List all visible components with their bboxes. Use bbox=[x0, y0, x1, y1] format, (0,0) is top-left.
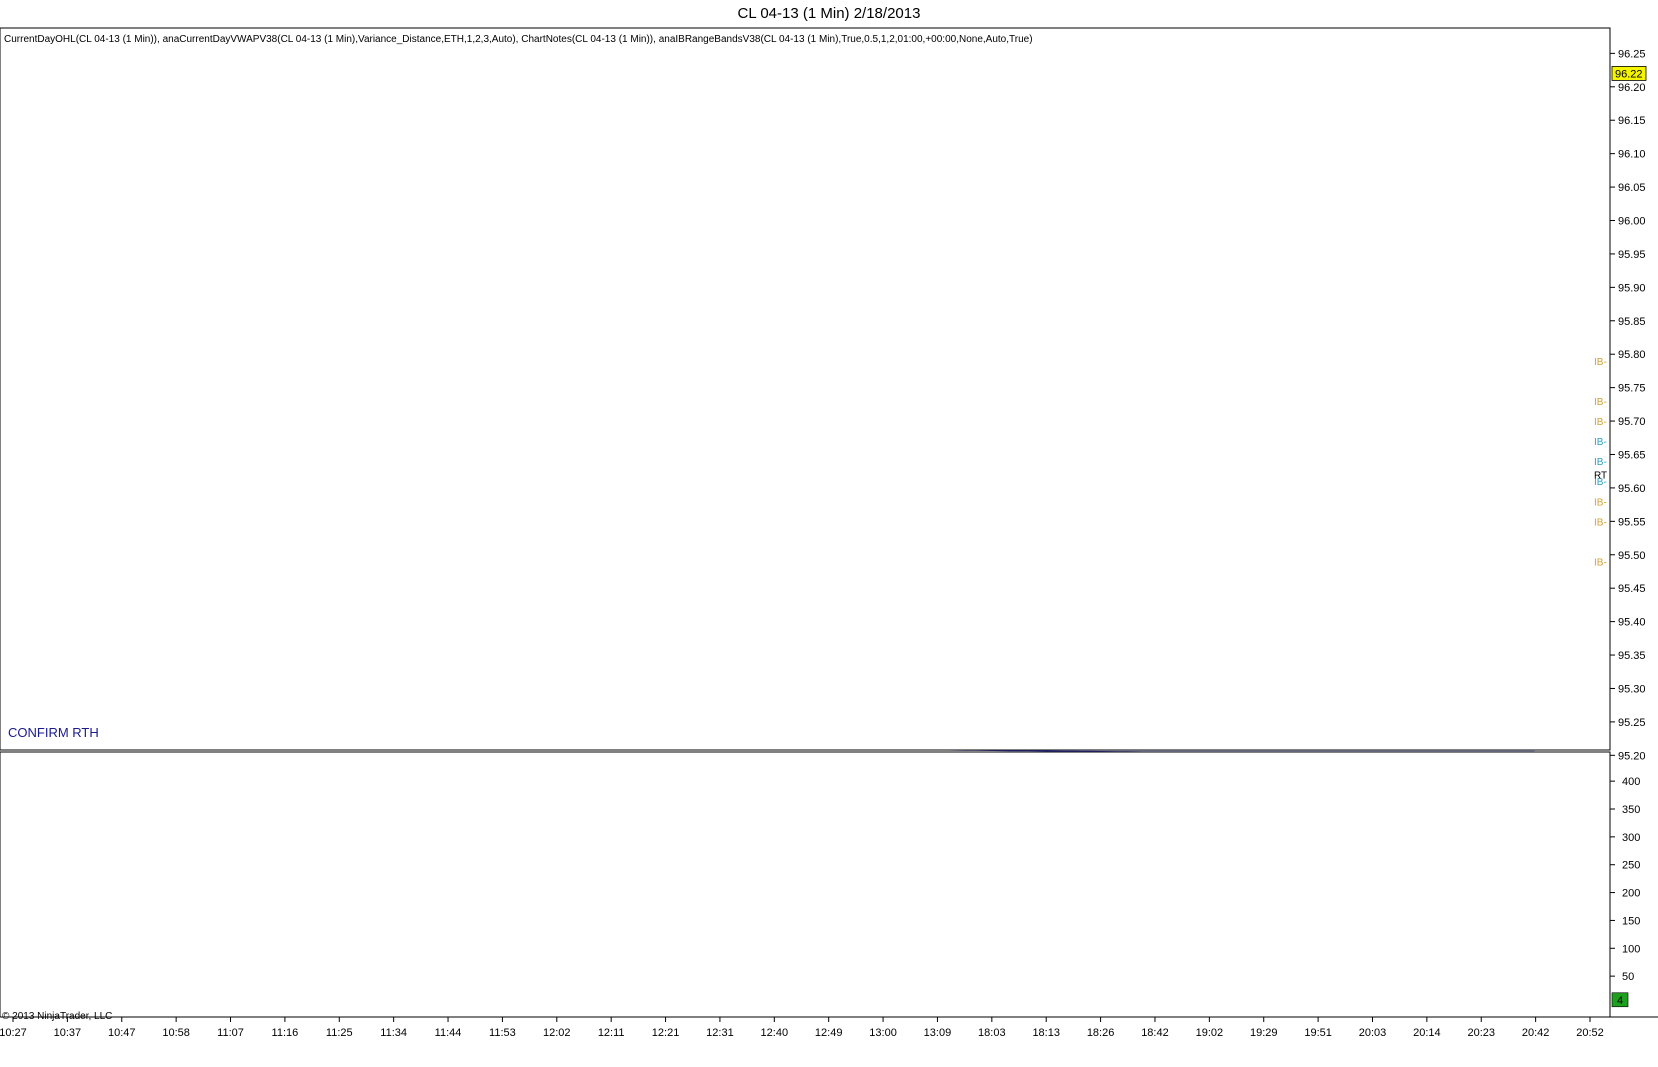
time-tick-label: 13:09 bbox=[924, 1027, 952, 1039]
chart-canvas[interactable]: 96.25 96.20 96.15 96.10 96.05 96.00 95.95 95.90… bbox=[0, 0, 1658, 1067]
price-tick-label: 95.20 bbox=[1618, 750, 1646, 762]
time-tick-label: 18:03 bbox=[978, 1027, 1006, 1039]
price-tick-label: 95.90 bbox=[1618, 282, 1646, 294]
chart-window: CL 04-13 (1 Min) 2/18/2013 96.25 96.20 96.… bbox=[0, 0, 1658, 1067]
time-tick-label: 11:44 bbox=[435, 1027, 462, 1039]
volume-frame bbox=[0, 751, 1611, 1018]
time-tick-label: 10:47 bbox=[108, 1027, 136, 1039]
time-tick-label: 12:11 bbox=[598, 1027, 625, 1039]
ib-label: IB- bbox=[1594, 417, 1607, 428]
price-tick-label: 95.80 bbox=[1618, 349, 1646, 361]
time-tick-label: 12:21 bbox=[652, 1027, 680, 1039]
volume-tick-label: 250 bbox=[1622, 860, 1640, 872]
volume-tick-label: 200 bbox=[1622, 888, 1640, 900]
price-tick-label: 95.25 bbox=[1618, 717, 1646, 729]
ib-label: IB- bbox=[1594, 457, 1607, 468]
time-tick-label: 20:42 bbox=[1522, 1027, 1550, 1039]
price-tick-label: 95.60 bbox=[1618, 483, 1646, 495]
price-frame bbox=[0, 27, 1611, 751]
price-tick-label: 95.95 bbox=[1618, 249, 1646, 261]
indicators-label: CurrentDayOHL(CL 04-13 (1 Min)), anaCurr… bbox=[4, 34, 1033, 45]
price-tick-label: 95.65 bbox=[1618, 449, 1646, 461]
time-tick-label: 19:02 bbox=[1196, 1027, 1224, 1039]
price-tick-label: 96.20 bbox=[1618, 82, 1646, 94]
ib-label: IB- bbox=[1594, 437, 1607, 448]
copyright-label: © 2013 NinjaTrader, LLC bbox=[2, 1011, 112, 1022]
time-tick-label: 10:37 bbox=[54, 1027, 82, 1039]
price-tick-label: 95.75 bbox=[1618, 383, 1646, 395]
ib-label: IB- bbox=[1594, 357, 1607, 368]
time-tick-label: 11:34 bbox=[380, 1027, 407, 1039]
price-tick-label: 95.70 bbox=[1618, 416, 1646, 428]
time-tick-label: 18:13 bbox=[1032, 1027, 1060, 1039]
price-tick-label: 96.00 bbox=[1618, 216, 1646, 228]
price-tick-label: 95.30 bbox=[1618, 683, 1646, 695]
price-tick-label: 95.35 bbox=[1618, 650, 1646, 662]
volume-tick-label: 400 bbox=[1622, 776, 1640, 788]
volume-tick-label: 350 bbox=[1622, 804, 1640, 816]
time-tick-label: 12:31 bbox=[706, 1027, 734, 1039]
time-tick-label: 11:53 bbox=[489, 1027, 516, 1039]
time-tick-label: 11:16 bbox=[272, 1027, 299, 1039]
time-tick-label: 10:58 bbox=[162, 1027, 190, 1039]
rt-label: RT bbox=[1594, 471, 1607, 482]
time-tick-label: 20:03 bbox=[1359, 1027, 1387, 1039]
price-tick-label: 95.45 bbox=[1618, 583, 1646, 595]
time-tick-label: 12:49 bbox=[815, 1027, 843, 1039]
time-tick-label: 12:02 bbox=[543, 1027, 571, 1039]
time-tick-label: 19:51 bbox=[1304, 1027, 1332, 1039]
time-tick-label: 20:14 bbox=[1413, 1027, 1441, 1039]
volume-marker-label: 4 bbox=[1617, 995, 1623, 1007]
price-tick-label: 95.85 bbox=[1618, 316, 1646, 328]
ib-label: IB- bbox=[1594, 517, 1607, 528]
volume-tick-label: 50 bbox=[1622, 971, 1634, 983]
price-tick-label: 96.10 bbox=[1618, 149, 1646, 161]
price-marker-label: 96.22 bbox=[1615, 68, 1643, 80]
ib-label: IB- bbox=[1594, 557, 1607, 568]
time-tick-label: 18:42 bbox=[1141, 1027, 1169, 1039]
time-tick-label: 11:07 bbox=[217, 1027, 244, 1039]
price-tick-label: 95.40 bbox=[1618, 617, 1646, 629]
time-tick-label: 19:29 bbox=[1250, 1027, 1278, 1039]
time-tick-label: 20:52 bbox=[1576, 1027, 1604, 1039]
chart-note: CONFIRM RTH bbox=[8, 725, 99, 740]
time-tick-label: 20:23 bbox=[1467, 1027, 1495, 1039]
time-tick-label: 13:00 bbox=[869, 1027, 897, 1039]
time-tick-label: 18:26 bbox=[1087, 1027, 1115, 1039]
time-tick-label: 10:27 bbox=[0, 1027, 27, 1039]
axes: 96.25 96.20 96.15 96.10 96.05 96.00 95.95 95.90… bbox=[0, 27, 1658, 1039]
volume-tick-label: 150 bbox=[1622, 915, 1640, 927]
time-tick-label: 11:25 bbox=[326, 1027, 353, 1039]
volume-tick-label: 100 bbox=[1622, 943, 1640, 955]
price-tick-label: 96.25 bbox=[1618, 48, 1646, 60]
price-tick-label: 95.50 bbox=[1618, 550, 1646, 562]
price-tick-label: 95.55 bbox=[1618, 516, 1646, 528]
volume-tick-label: 300 bbox=[1622, 832, 1640, 844]
ib-label: IB- bbox=[1594, 497, 1607, 508]
ib-label: IB- bbox=[1594, 397, 1607, 408]
price-tick-label: 96.15 bbox=[1618, 115, 1646, 127]
time-tick-label: 12:40 bbox=[761, 1027, 789, 1039]
price-tick-label: 96.05 bbox=[1618, 182, 1646, 194]
